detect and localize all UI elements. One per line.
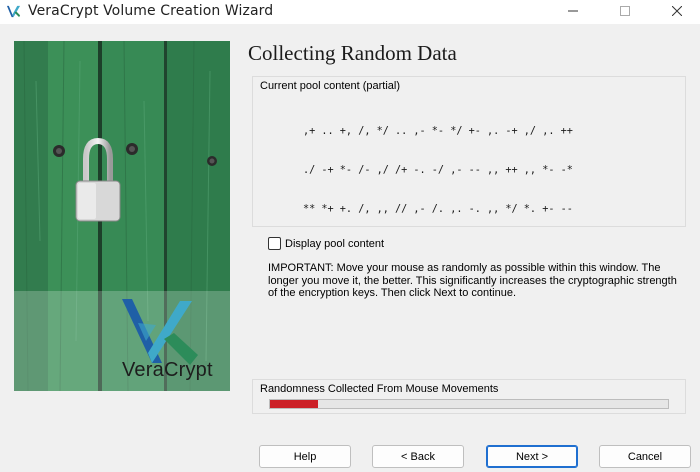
maximize-button[interactable] (602, 0, 648, 22)
randomness-group: Randomness Collected From Mouse Movement… (252, 379, 686, 414)
title-bar: VeraCrypt Volume Creation Wizard (0, 0, 700, 24)
veracrypt-app-icon (6, 5, 21, 18)
window-title: VeraCrypt Volume Creation Wizard (28, 3, 274, 19)
pool-line: ./ -+ *- /- ,/ /+ -. -/ ,- -- ,, ++ ,, *… (303, 165, 573, 176)
back-button[interactable]: < Back (372, 445, 464, 468)
maximize-icon (620, 6, 630, 16)
veracrypt-logo-text: VeraCrypt (122, 359, 213, 381)
display-pool-checkbox[interactable] (268, 237, 281, 250)
wizard-client-area: VeraCrypt Collecting Random Data Current… (0, 24, 700, 472)
cancel-button[interactable]: Cancel (599, 445, 691, 468)
pool-content-label: Current pool content (partial) (260, 80, 401, 92)
help-button[interactable]: Help (259, 445, 351, 468)
pool-line: ** *+ +. /, ,, // ,- /. ,. -. ,, */ *. +… (303, 204, 573, 215)
pool-line: ,+ .. +, /, */ .. ,- *- */ +- ,. -+ ,/ ,… (303, 126, 573, 137)
randomness-progress-bar (269, 399, 669, 409)
close-button[interactable] (654, 0, 700, 22)
padlock-door-illustration (14, 41, 230, 391)
wizard-side-image: VeraCrypt (14, 41, 230, 391)
close-icon (672, 6, 682, 16)
page-title: Collecting Random Data (248, 41, 457, 65)
next-button[interactable]: Next > (486, 445, 578, 468)
minimize-button[interactable] (550, 0, 596, 22)
randomness-progress-fill (270, 400, 318, 408)
randomness-label: Randomness Collected From Mouse Movement… (260, 383, 499, 395)
pool-content-group: Current pool content (partial) ,+ .. +, … (252, 76, 686, 227)
pool-content-text: ,+ .. +, /, */ .. ,- *- */ +- ,. -+ ,/ ,… (303, 99, 683, 219)
display-pool-label[interactable]: Display pool content (285, 238, 384, 250)
important-instructions: IMPORTANT: Move your mouse as randomly a… (268, 262, 677, 299)
minimize-icon (568, 10, 578, 12)
display-pool-checkbox-row[interactable]: Display pool content (268, 237, 384, 250)
